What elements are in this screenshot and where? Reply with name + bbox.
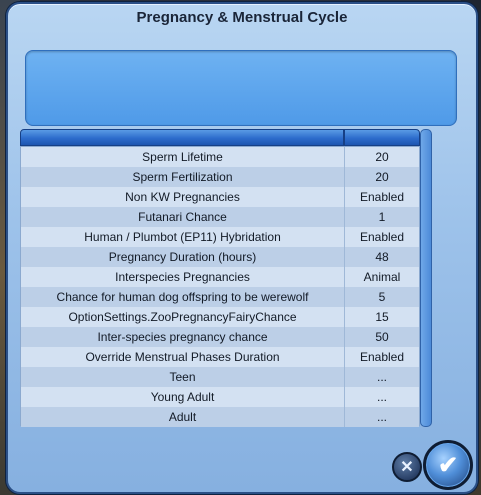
table-row[interactable]: Chance for human dog offspring to be wer…	[21, 287, 419, 307]
setting-label: Non KW Pregnancies	[21, 187, 345, 207]
table-body: Sperm Lifetime 20 Sperm Fertilization 20…	[20, 146, 420, 427]
description-panel	[25, 50, 457, 126]
setting-label: Chance for human dog offspring to be wer…	[21, 287, 345, 307]
table-row[interactable]: Young Adult ...	[21, 387, 419, 407]
setting-value: 20	[375, 170, 389, 184]
header-column-divider	[343, 130, 345, 145]
table-row[interactable]: Sperm Lifetime 20	[21, 147, 419, 167]
setting-label: OptionSettings.ZooPregnancyFairyChance	[21, 307, 345, 327]
scrollbar-track[interactable]	[420, 129, 432, 427]
setting-value: Animal	[363, 270, 401, 284]
setting-label: Interspecies Pregnancies	[21, 267, 345, 287]
table-row[interactable]: Teen ...	[21, 367, 419, 387]
setting-value: ...	[376, 370, 387, 384]
settings-table: Sperm Lifetime 20 Sperm Fertilization 20…	[20, 129, 420, 427]
table-row[interactable]: Adult ...	[21, 407, 419, 427]
table-row[interactable]: Human / Plumbot (EP11) Hybridation Enabl…	[21, 227, 419, 247]
setting-value: Enabled	[359, 230, 405, 244]
setting-label: Sperm Fertilization	[21, 167, 345, 187]
close-icon: ✕	[400, 459, 414, 476]
table-row[interactable]: Pregnancy Duration (hours) 48	[21, 247, 419, 267]
setting-label: Teen	[21, 367, 345, 387]
setting-label: Inter-species pregnancy chance	[21, 327, 345, 347]
setting-value: Enabled	[359, 190, 405, 204]
setting-value: 48	[375, 250, 389, 264]
setting-value: 50	[375, 330, 389, 344]
setting-value: 5	[378, 290, 386, 304]
close-button[interactable]: ✕	[392, 452, 422, 482]
setting-value: ...	[376, 410, 387, 424]
table-row[interactable]: Sperm Fertilization 20	[21, 167, 419, 187]
setting-label: Pregnancy Duration (hours)	[21, 247, 345, 267]
setting-label: Young Adult	[21, 387, 345, 407]
setting-label: Human / Plumbot (EP11) Hybridation	[21, 227, 345, 247]
setting-label: Futanari Chance	[21, 207, 345, 227]
table-row[interactable]: Override Menstrual Phases Duration Enabl…	[21, 347, 419, 367]
table-row[interactable]: Interspecies Pregnancies Animal	[21, 267, 419, 287]
setting-value: 1	[378, 210, 386, 224]
setting-value: Enabled	[359, 350, 405, 364]
table-row[interactable]: Inter-species pregnancy chance 50	[21, 327, 419, 347]
setting-value: 15	[375, 310, 389, 324]
dialog-title: Pregnancy & Menstrual Cycle	[136, 9, 348, 26]
checkmark-icon: ✔	[437, 451, 459, 479]
table-row[interactable]: Futanari Chance 1	[21, 207, 419, 227]
table-row[interactable]: Non KW Pregnancies Enabled	[21, 187, 419, 207]
confirm-button[interactable]: ✔	[423, 440, 473, 490]
setting-value: ...	[376, 390, 387, 404]
setting-label: Sperm Lifetime	[21, 147, 345, 167]
setting-value: 20	[375, 150, 389, 164]
setting-label: Adult	[21, 407, 345, 427]
setting-label: Override Menstrual Phases Duration	[21, 347, 345, 367]
table-header	[20, 129, 420, 146]
table-row[interactable]: OptionSettings.ZooPregnancyFairyChance 1…	[21, 307, 419, 327]
